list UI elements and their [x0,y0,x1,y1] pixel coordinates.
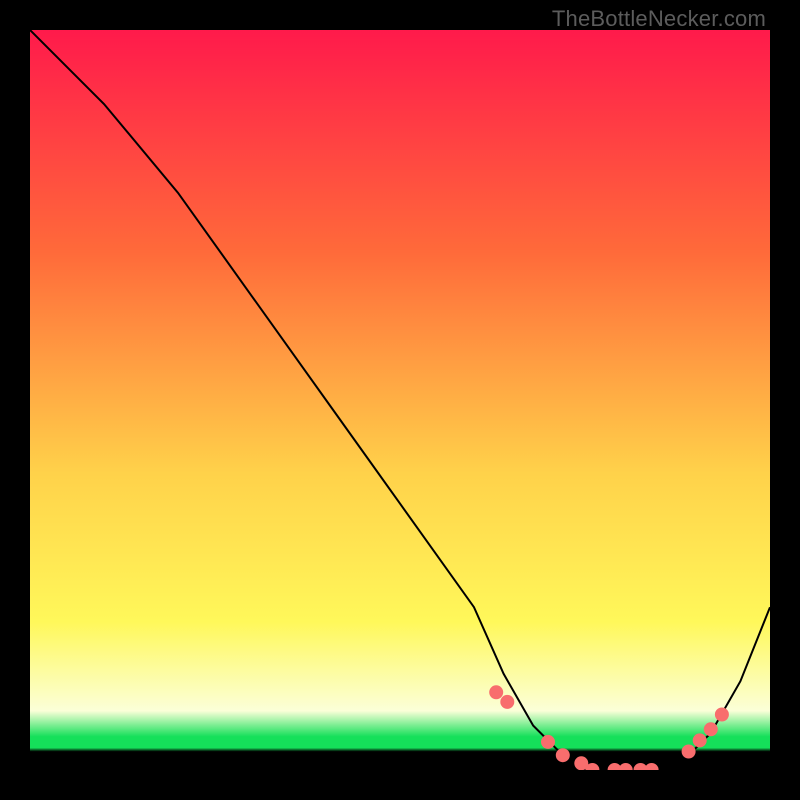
watermark-text: TheBottleNecker.com [552,6,766,32]
data-marker [556,749,569,762]
bottleneck-chart [30,30,770,770]
data-marker [682,745,695,758]
data-marker [542,735,555,748]
gradient-background [30,30,770,770]
data-marker [704,723,717,736]
data-marker [693,734,706,747]
data-marker [715,708,728,721]
data-marker [501,695,514,708]
data-marker [490,686,503,699]
chart-frame [30,30,770,770]
